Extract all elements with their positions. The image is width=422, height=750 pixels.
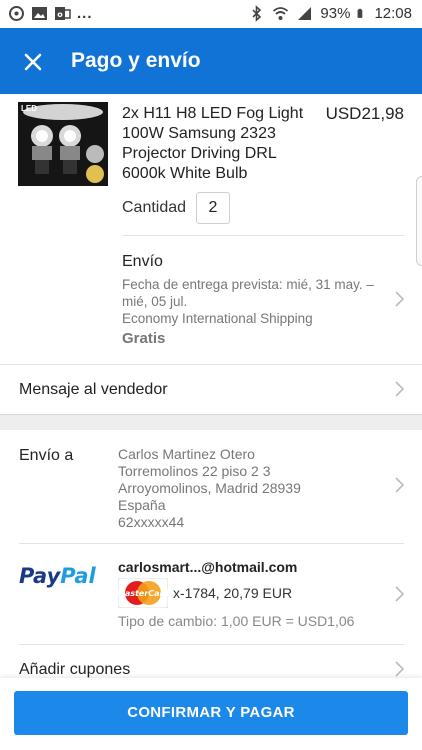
quantity-label: Cantidad — [122, 199, 187, 216]
bulb-image-icon — [18, 102, 108, 186]
paypal-logo: PayPal — [19, 564, 96, 588]
chevron-right-icon — [395, 661, 404, 677]
battery-percent: 93% — [320, 5, 351, 22]
status-bar: o ... 93% 12:08 — [0, 0, 422, 28]
paypal-email: carlosmart...@hotmail.com — [118, 559, 298, 575]
product-price: USD21,98 — [325, 104, 404, 123]
app-bar: Pago y envío — [0, 28, 422, 94]
gallery-icon — [32, 7, 47, 20]
image-badge: LED — [21, 104, 37, 113]
shipping-method: Economy International Shipping — [122, 311, 313, 326]
chevron-right-icon — [395, 586, 404, 602]
product-image[interactable]: LED — [18, 102, 108, 186]
signal-icon — [298, 7, 312, 20]
shipping-address: Carlos Martinez Otero Torremolinos 22 pi… — [118, 446, 301, 531]
address-city: Arroyomolinos, Madrid 28939 — [118, 480, 301, 496]
delivery-estimate: Fecha de entrega prevista: mié, 31 may. … — [122, 277, 374, 309]
clock: 12:08 — [374, 5, 412, 22]
card-details: x-1784, 20,79 EUR — [173, 585, 293, 601]
close-icon[interactable] — [18, 47, 48, 77]
shipping-address-row[interactable]: Envío a Carlos Martinez Otero Torremolin… — [0, 430, 422, 543]
overflow-indicator: ... — [77, 5, 93, 22]
battery-icon — [358, 8, 363, 18]
address-name: Carlos Martinez Otero — [118, 446, 255, 462]
outlook-icon: o — [55, 7, 71, 20]
seller-message-label: Mensaje al vendedor — [19, 381, 168, 398]
payment-method-row[interactable]: PayPal carlosmart...@hotmail.com MasterC… — [0, 544, 422, 644]
scroll-handle[interactable] — [416, 176, 422, 266]
address-country: España — [118, 497, 166, 513]
address-street: Torremolinos 22 piso 2 3 — [118, 463, 271, 479]
address-phone: 62xxxxx44 — [118, 514, 185, 530]
bottom-action-bar: CONFIRMAR Y PAGAR — [0, 678, 422, 750]
confirm-pay-button[interactable]: CONFIRMAR Y PAGAR — [14, 691, 408, 735]
add-coupons-label: Añadir cupones — [19, 661, 131, 678]
product-title: 2x H11 H8 LED Fog Light 100W Samsung 232… — [122, 105, 304, 182]
seller-message-row[interactable]: Mensaje al vendedor — [0, 365, 422, 413]
chevron-right-icon — [395, 381, 404, 397]
divider — [122, 235, 404, 236]
section-separator — [0, 414, 422, 430]
shipping-address-label: Envío a — [19, 447, 74, 464]
mastercard-icon: MasterCard — [118, 578, 168, 608]
product-section: LED 2x H11 H8 LED Fog Light 100W Samsung… — [0, 94, 422, 414]
shipping-title: Envío — [122, 253, 163, 270]
page-title: Pago y envío — [71, 49, 201, 72]
wifi-icon — [273, 7, 289, 20]
svg-text:o: o — [57, 10, 63, 19]
shipping-price: Gratis — [122, 330, 166, 347]
svg-text:MasterCard: MasterCard — [118, 589, 168, 598]
quantity-field[interactable]: 2 — [196, 192, 230, 224]
notification-icon — [9, 6, 24, 21]
chevron-right-icon — [395, 291, 404, 307]
bluetooth-icon — [252, 5, 262, 22]
exchange-rate: Tipo de cambio: 1,00 EUR = USD1,06 — [118, 613, 355, 629]
chevron-right-icon — [395, 477, 404, 493]
